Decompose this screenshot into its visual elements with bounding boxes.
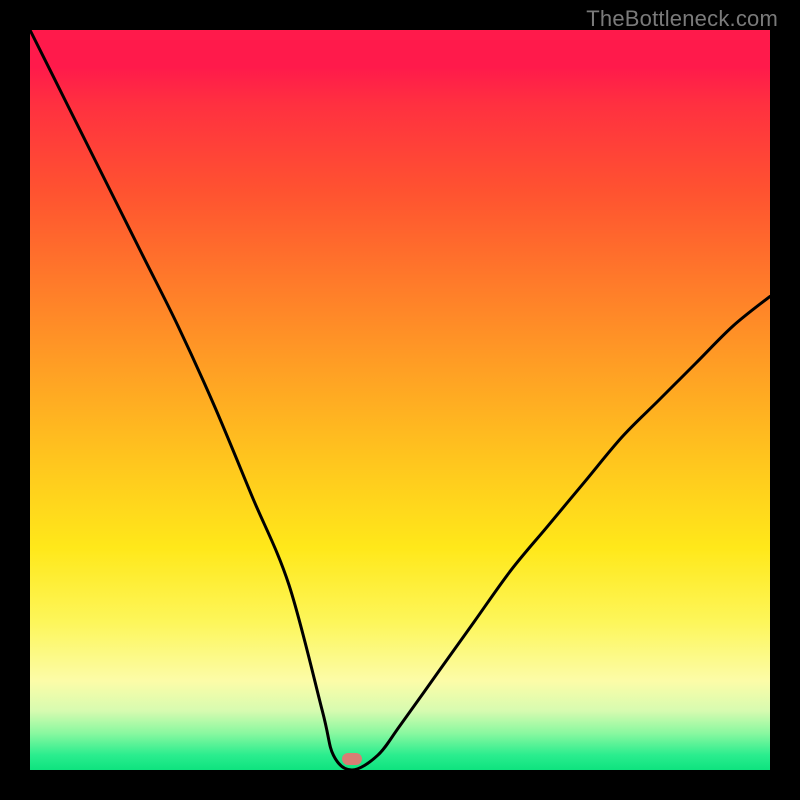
plot-area	[30, 30, 770, 770]
watermark-text: TheBottleneck.com	[586, 6, 778, 32]
min-point-marker	[342, 753, 362, 765]
bottleneck-curve	[30, 30, 770, 770]
chart-frame: TheBottleneck.com	[0, 0, 800, 800]
